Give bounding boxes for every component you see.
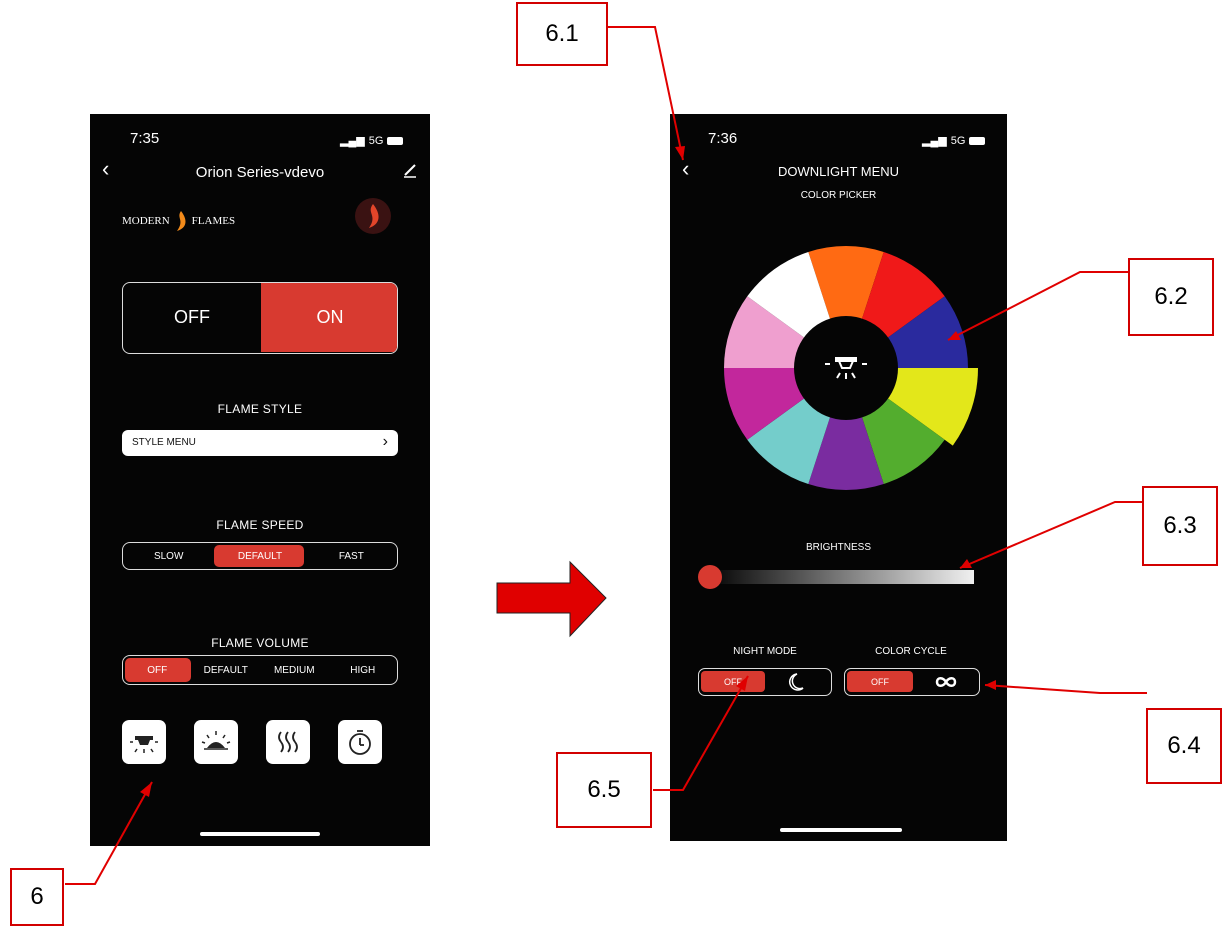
- callout-6-4: 6.4: [1146, 708, 1222, 784]
- callout-6-5: 6.5: [556, 752, 652, 828]
- volume-option-medium[interactable]: MEDIUM: [260, 665, 329, 676]
- speed-option-slow[interactable]: SLOW: [123, 551, 214, 562]
- transition-arrow: [496, 560, 607, 638]
- callout-6-2: 6.2: [1128, 258, 1214, 336]
- volume-option-off[interactable]: OFF: [123, 665, 192, 676]
- callout-6-3: 6.3: [1142, 486, 1218, 566]
- volume-option-high[interactable]: HIGH: [329, 665, 398, 676]
- callout-6: 6: [10, 868, 64, 926]
- callout-6-1: 6.1: [516, 2, 608, 66]
- callout-arrowheads: [140, 146, 996, 797]
- speed-option-fast[interactable]: FAST: [306, 551, 397, 562]
- speed-option-default[interactable]: DEFAULT: [214, 551, 305, 562]
- volume-option-default[interactable]: DEFAULT: [192, 665, 261, 676]
